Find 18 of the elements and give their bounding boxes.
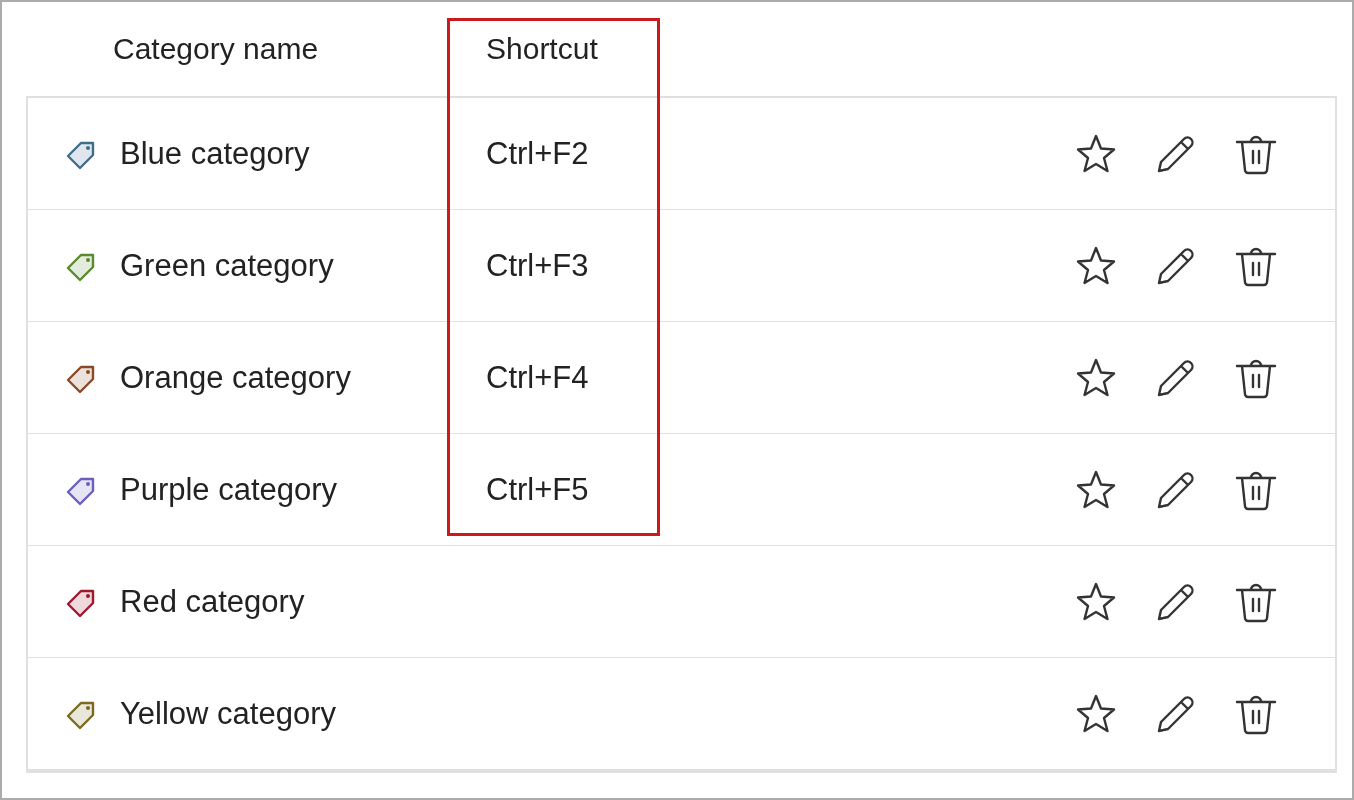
star-icon[interactable] xyxy=(1075,468,1117,511)
star-icon[interactable] xyxy=(1075,132,1117,175)
star-icon[interactable] xyxy=(1075,356,1117,399)
shortcut-text: Ctrl+F4 xyxy=(486,359,589,395)
category-name: Red category xyxy=(120,583,306,620)
shortcut-text: Ctrl+F5 xyxy=(486,471,589,507)
shortcut-text: Ctrl+F2 xyxy=(486,135,589,171)
star-icon[interactable] xyxy=(1075,580,1117,623)
category-name: Blue category xyxy=(120,135,311,172)
category-name: Green category xyxy=(120,247,335,284)
category-name: Purple category xyxy=(120,471,339,508)
star-icon[interactable] xyxy=(1075,692,1117,735)
shortcut-text: Ctrl+F3 xyxy=(486,247,589,283)
category-name: Yellow category xyxy=(120,695,337,732)
category-name: Orange category xyxy=(120,359,352,396)
star-icon[interactable] xyxy=(1075,244,1117,287)
column-header: Category name xyxy=(113,32,320,66)
column-header: Shortcut xyxy=(486,32,598,66)
